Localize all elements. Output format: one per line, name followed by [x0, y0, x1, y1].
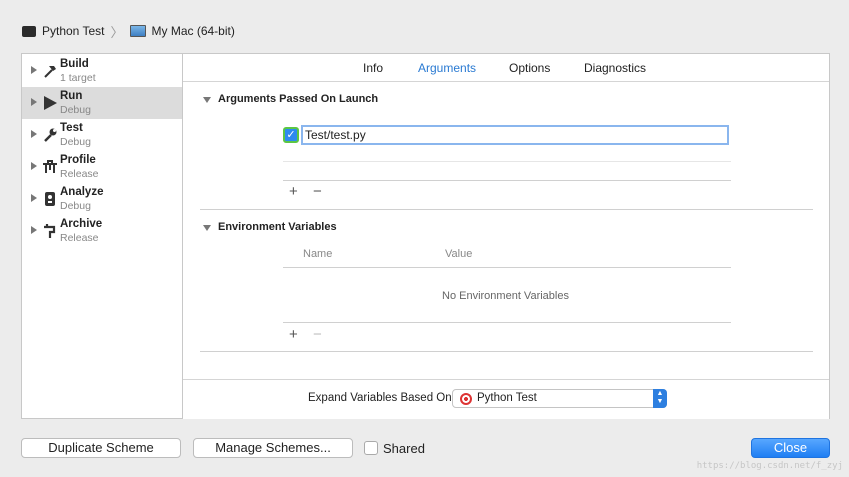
- column-header-value[interactable]: Value: [445, 248, 472, 260]
- disclosure-triangle-icon[interactable]: [31, 130, 37, 138]
- target-icon: [460, 393, 472, 405]
- sidebar-item-build[interactable]: Build 1 target: [22, 55, 182, 87]
- tab-arguments[interactable]: Arguments: [418, 61, 476, 75]
- shared-label: Shared: [383, 441, 425, 456]
- play-icon: [44, 96, 57, 110]
- scheme-editor-panel: Info Arguments Options Diagnostics Argum…: [182, 53, 830, 419]
- argument-row: ✓ Test/test.py: [283, 125, 731, 147]
- divider: [283, 161, 731, 162]
- tab-info[interactable]: Info: [363, 61, 383, 75]
- argument-field[interactable]: Test/test.py: [301, 125, 729, 145]
- add-argument-button[interactable]: +: [289, 184, 298, 199]
- disclosure-triangle-icon[interactable]: [31, 226, 37, 234]
- divider: [200, 351, 813, 352]
- terminal-icon: [22, 25, 36, 37]
- chevron-updown-icon: ▲ ▼: [653, 389, 667, 408]
- disclosure-triangle-icon[interactable]: [31, 98, 37, 106]
- tab-diagnostics[interactable]: Diagnostics: [584, 61, 646, 75]
- sidebar-item-test[interactable]: Test Debug: [22, 119, 182, 151]
- sidebar-item-subtitle: Debug: [60, 104, 91, 116]
- divider: [200, 209, 813, 210]
- disclosure-triangle-icon[interactable]: [31, 162, 37, 170]
- remove-variable-button: −: [313, 326, 322, 343]
- hammer-icon: [44, 66, 56, 78]
- disclosure-triangle-icon[interactable]: [31, 66, 37, 74]
- scheme-actions-sidebar: Build 1 target Run Debug Test Debug Prof…: [21, 53, 182, 419]
- arguments-section-title: Arguments Passed On Launch: [218, 93, 379, 105]
- chevron-right-icon: 〉: [110, 24, 124, 40]
- sidebar-item-title: Analyze: [60, 186, 104, 198]
- divider: [283, 322, 731, 323]
- tab-options[interactable]: Options: [509, 61, 550, 75]
- sidebar-item-archive[interactable]: Archive Release: [22, 215, 182, 247]
- sidebar-item-analyze[interactable]: Analyze Debug: [22, 183, 182, 215]
- sidebar-item-title: Archive: [60, 218, 103, 230]
- expand-variables-bar: Expand Variables Based On Python Test ▲ ▼: [183, 379, 829, 419]
- tab-bar: Info Arguments Options Diagnostics: [183, 54, 829, 82]
- column-header-name[interactable]: Name: [303, 248, 332, 260]
- disclosure-triangle-icon[interactable]: [31, 194, 37, 202]
- environment-section-title: Environment Variables: [218, 221, 337, 233]
- sidebar-item-subtitle: Release: [60, 168, 99, 180]
- expand-variables-popup[interactable]: Python Test ▲ ▼: [452, 389, 667, 408]
- sidebar-item-title: Profile: [60, 154, 96, 166]
- remove-argument-button[interactable]: −: [313, 184, 322, 199]
- sidebar-item-title: Test: [60, 122, 83, 134]
- scheme-name[interactable]: Python Test: [42, 24, 104, 38]
- empty-environment-text: No Environment Variables: [442, 290, 569, 302]
- sidebar-item-profile[interactable]: Profile Release: [22, 151, 182, 183]
- archive-icon: [44, 224, 56, 238]
- disclosure-triangle-icon[interactable]: [203, 225, 211, 231]
- instruments-icon: [43, 160, 57, 173]
- disclosure-triangle-icon[interactable]: [203, 97, 211, 103]
- close-button[interactable]: Close: [751, 438, 830, 458]
- sidebar-item-subtitle: Debug: [60, 136, 91, 148]
- sidebar-item-title: Build: [60, 58, 89, 70]
- manage-schemes-button[interactable]: Manage Schemes...: [193, 438, 353, 458]
- watermark: https://blog.csdn.net/f_zyj: [696, 461, 843, 471]
- sidebar-item-run[interactable]: Run Debug: [22, 87, 182, 119]
- mac-icon: [129, 25, 146, 37]
- sidebar-item-subtitle: 1 target: [60, 72, 96, 84]
- popup-value: Python Test: [477, 392, 537, 404]
- sidebar-item-subtitle: Release: [60, 232, 99, 244]
- sidebar-item-subtitle: Debug: [60, 200, 91, 212]
- sidebar-item-title: Run: [60, 90, 83, 102]
- breadcrumb: Python Test 〉 My Mac (64-bit): [22, 22, 235, 40]
- destination-name[interactable]: My Mac (64-bit): [152, 24, 235, 38]
- expand-variables-label: Expand Variables Based On: [308, 392, 452, 404]
- analyze-icon: [45, 192, 55, 206]
- wrench-icon: [44, 128, 57, 142]
- add-variable-button[interactable]: +: [289, 327, 298, 342]
- divider: [283, 180, 731, 181]
- argument-checkbox[interactable]: ✓: [283, 127, 299, 143]
- duplicate-scheme-button[interactable]: Duplicate Scheme: [21, 438, 181, 458]
- shared-checkbox[interactable]: [364, 441, 378, 455]
- divider: [283, 267, 731, 268]
